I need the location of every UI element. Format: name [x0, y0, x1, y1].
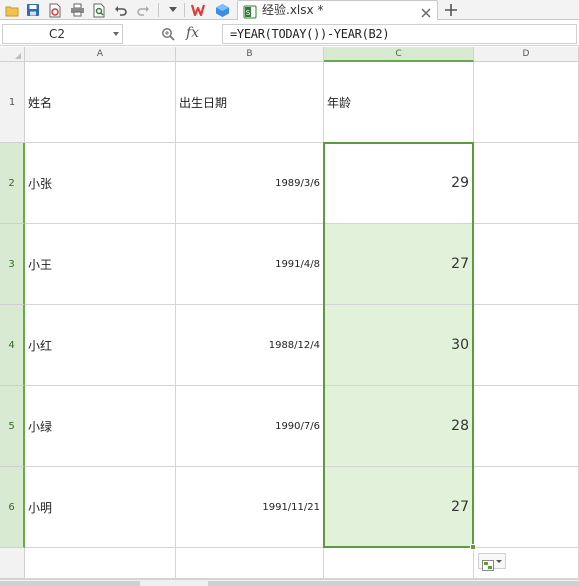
- column-header-b[interactable]: B: [176, 47, 324, 62]
- cell-a5[interactable]: 小绿: [25, 386, 176, 467]
- cell-d1[interactable]: [474, 62, 579, 143]
- name-box[interactable]: C2: [2, 24, 123, 44]
- cell-a6[interactable]: 小明: [25, 467, 176, 548]
- insert-function-button[interactable]: fx: [186, 24, 199, 42]
- select-all-triangle: [15, 53, 21, 59]
- row-header-3[interactable]: 3: [0, 224, 25, 305]
- select-all-corner[interactable]: [0, 47, 25, 62]
- toolbar-divider: [184, 3, 185, 17]
- print-preview-icon[interactable]: [90, 1, 108, 19]
- cell-b2[interactable]: 1989/3/6: [176, 143, 324, 224]
- paste-options-icon: [482, 556, 494, 575]
- formula-bar: C2 fx =YEAR(TODAY())-YEAR(B2): [0, 21, 579, 46]
- print-icon[interactable]: [68, 1, 86, 19]
- cell-b7[interactable]: [176, 548, 324, 579]
- row-header-2[interactable]: 2: [0, 143, 25, 224]
- cell-a1[interactable]: 姓名: [25, 62, 176, 143]
- cell-c7[interactable]: [324, 548, 474, 579]
- cell-c2[interactable]: 29: [324, 143, 474, 224]
- cell-a7[interactable]: [25, 548, 176, 579]
- cell-d3[interactable]: [474, 224, 579, 305]
- column-header-d[interactable]: D: [474, 47, 579, 62]
- cloud-cube-icon[interactable]: [213, 1, 231, 19]
- svg-text:S: S: [246, 9, 251, 17]
- horizontal-scrollbar[interactable]: [0, 579, 579, 586]
- sheet-tabs-area[interactable]: [0, 581, 140, 586]
- row-header-1[interactable]: 1: [0, 62, 25, 143]
- more-dropdown-icon[interactable]: [164, 1, 182, 19]
- cell-d5[interactable]: [474, 386, 579, 467]
- cell-d6[interactable]: [474, 467, 579, 548]
- save-icon[interactable]: [24, 1, 42, 19]
- cell-a3[interactable]: 小王: [25, 224, 176, 305]
- paste-options-button[interactable]: [478, 553, 506, 571]
- row-header-4[interactable]: 4: [0, 305, 25, 386]
- name-box-dropdown-icon[interactable]: [113, 32, 119, 36]
- scrollbar-track[interactable]: [208, 581, 579, 586]
- row-header-6[interactable]: 6: [0, 467, 25, 548]
- cell-a4[interactable]: 小红: [25, 305, 176, 386]
- cell-c6[interactable]: 27: [324, 467, 474, 548]
- cell-a2[interactable]: 小张: [25, 143, 176, 224]
- row-header-5[interactable]: 5: [0, 386, 25, 467]
- column-header-c[interactable]: C: [324, 47, 474, 62]
- file-tab[interactable]: S 经验.xlsx *: [237, 0, 438, 20]
- formula-input[interactable]: =YEAR(TODAY())-YEAR(B2): [222, 24, 577, 44]
- paste-options-dropdown-icon: [496, 560, 502, 563]
- cell-c4[interactable]: 30: [324, 305, 474, 386]
- cell-b1[interactable]: 出生日期: [176, 62, 324, 143]
- cell-b6[interactable]: 1991/11/21: [176, 467, 324, 548]
- cell-c1[interactable]: 年龄: [324, 62, 474, 143]
- cell-c5[interactable]: 28: [324, 386, 474, 467]
- redo-icon[interactable]: [134, 1, 152, 19]
- cell-d4[interactable]: [474, 305, 579, 386]
- cell-b4[interactable]: 1988/12/4: [176, 305, 324, 386]
- formula-text: =YEAR(TODAY())-YEAR(B2): [230, 27, 390, 41]
- wps-logo-icon[interactable]: [190, 1, 208, 19]
- export-pdf-icon[interactable]: [46, 1, 64, 19]
- cell-c3[interactable]: 27: [324, 224, 474, 305]
- toolbar-divider: [158, 3, 159, 17]
- add-tab-icon[interactable]: [442, 1, 460, 19]
- name-box-value: C2: [48, 27, 65, 41]
- zoom-formula-icon[interactable]: [161, 26, 175, 45]
- fill-handle[interactable]: [470, 544, 476, 550]
- cell-d2[interactable]: [474, 143, 579, 224]
- undo-icon[interactable]: [112, 1, 130, 19]
- open-folder-icon[interactable]: [3, 1, 21, 19]
- file-tab-label: 经验.xlsx *: [262, 3, 324, 17]
- row-header-7[interactable]: [0, 548, 25, 579]
- column-header-a[interactable]: A: [25, 47, 176, 62]
- cell-b5[interactable]: 1990/7/6: [176, 386, 324, 467]
- cell-b3[interactable]: 1991/4/8: [176, 224, 324, 305]
